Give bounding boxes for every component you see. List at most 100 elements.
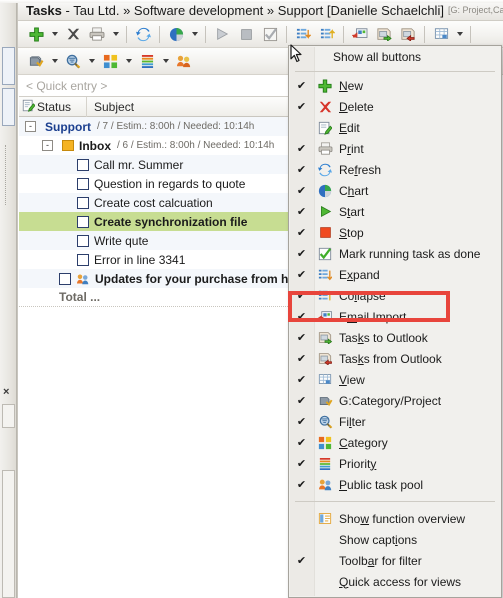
check-icon: ✔ (296, 248, 307, 260)
menu-item-chart[interactable]: ✔ Chart (289, 180, 501, 201)
left-dock-chip-2[interactable] (2, 88, 15, 126)
category-project-button[interactable] (24, 50, 48, 73)
menu-item-category[interactable]: ✔ Category (289, 432, 501, 453)
email-import-button[interactable] (348, 23, 372, 46)
collapse-icon (314, 287, 336, 305)
menu-item-quick-access-for-views[interactable]: Quick access for views (289, 571, 501, 592)
new-task-button[interactable] (24, 23, 48, 46)
check-icon: ✔ (296, 311, 307, 323)
menu-item-collapse[interactable]: ✔ Collapse (289, 285, 501, 306)
menu-item-delete[interactable]: ✔ Delete (289, 96, 501, 117)
menu-item-show-captions[interactable]: Show captions (289, 529, 501, 550)
window-title-bar: Tasks - Tau Ltd. » Software development … (18, 0, 503, 21)
stop-square-icon (314, 224, 336, 242)
menu-item-label: Public task pool (339, 477, 424, 492)
menu-item-print[interactable]: ✔ Print (289, 138, 501, 159)
left-dock-chip-4[interactable] (2, 470, 15, 598)
toolbar-separator (343, 25, 344, 43)
menu-item-expand[interactable]: ✔ Expand (289, 264, 501, 285)
menu-item-input-field-for-quick-entry[interactable]: ✔ Input field for quick entry. (289, 592, 501, 598)
delete-task-button[interactable] (61, 23, 85, 46)
menu-item-public-task-pool[interactable]: ✔ Public task pool (289, 474, 501, 495)
view-dropdown[interactable] (453, 23, 466, 46)
row-label: Question in regards to quote (94, 176, 246, 191)
check-icon: ✔ (296, 143, 307, 155)
menu-item-refresh[interactable]: ✔ Refresh (289, 159, 501, 180)
menu-header[interactable]: Show all buttons (289, 46, 501, 68)
menu-item-tasks-from-outlook[interactable]: ✔ Tasks from Outlook (289, 348, 501, 369)
filter-dropdown[interactable] (85, 50, 98, 73)
row-meta: / 7 / Estim.: 8:00h / Needed: 10:14h (97, 121, 255, 132)
expander-icon[interactable]: - (25, 121, 36, 132)
chart-dropdown[interactable] (188, 23, 201, 46)
menu-item-mark-running-task-as-done[interactable]: ✔ Mark running task as done (289, 243, 501, 264)
left-dock-chip-3[interactable] (2, 404, 15, 428)
menu-item-new[interactable]: ✔ NNewew (289, 75, 501, 96)
menu-item-email-import[interactable]: ✔ Email Import (289, 306, 501, 327)
menu-item-label: Filter (339, 414, 366, 429)
task-checkbox[interactable] (77, 253, 89, 266)
menu-item-view[interactable]: ✔ View (289, 369, 501, 390)
menu-item-priority[interactable]: ✔ Priority (289, 453, 501, 474)
menu-item-label: Toolbar for filter (339, 553, 422, 568)
check-icon: ✔ (296, 101, 307, 113)
pie-chart-icon (314, 182, 336, 200)
left-dock-strip[interactable]: × (0, 0, 17, 598)
total-label: Total ... (59, 290, 101, 304)
print-button[interactable] (85, 23, 109, 46)
menu-header-label: Show all buttons (333, 50, 422, 64)
task-checkbox[interactable] (77, 234, 89, 247)
left-dock-chip-1[interactable] (2, 47, 15, 85)
column-header-status[interactable]: Status (19, 96, 87, 117)
priority-dropdown[interactable] (159, 50, 172, 73)
task-checkbox[interactable] (77, 215, 89, 228)
chart-button[interactable] (164, 23, 188, 46)
public-task-pool-button[interactable] (172, 50, 196, 73)
category-project-dropdown[interactable] (48, 50, 61, 73)
function-overview-icon (314, 510, 336, 528)
expand-icon (314, 266, 336, 284)
menu-item-label: G:Category/Project (339, 393, 442, 408)
menu-item-label: Email Import (339, 309, 407, 324)
menu-item-stop[interactable]: ✔ Stop (289, 222, 501, 243)
row-label: Inbox (79, 138, 111, 153)
category-squares-icon (314, 434, 336, 452)
refresh-button[interactable] (131, 23, 155, 46)
expander-icon[interactable]: - (42, 140, 53, 151)
collapse-button[interactable] (315, 23, 339, 46)
category-button[interactable] (98, 50, 122, 73)
row-label: Support (45, 119, 91, 134)
close-icon[interactable]: × (3, 386, 9, 398)
tasks-to-outlook-button[interactable] (372, 23, 396, 46)
task-checkbox[interactable] (77, 177, 89, 190)
menu-item-label: Chart (339, 183, 369, 198)
expand-button[interactable] (291, 23, 315, 46)
page-title: Tasks - Tau Ltd. » Software development … (26, 3, 444, 18)
menu-item-start[interactable]: ✔ Start (289, 201, 501, 222)
new-task-dropdown[interactable] (48, 23, 61, 46)
menu-item-toolbar-for-filter[interactable]: ✔ Toolbar for filter (289, 550, 501, 571)
task-checkbox[interactable] (59, 272, 71, 285)
mark-done-button[interactable] (258, 23, 282, 46)
check-icon: ✔ (296, 290, 307, 302)
category-dropdown[interactable] (122, 50, 135, 73)
view-button[interactable] (429, 23, 453, 46)
menu-item-show-function-overview[interactable]: Show function overview (289, 508, 501, 529)
filter-button[interactable] (61, 50, 85, 73)
tasks-from-outlook-button[interactable] (396, 23, 420, 46)
priority-bars-icon (314, 455, 336, 473)
menu-item-filter[interactable]: ✔ Filter (289, 411, 501, 432)
menu-item-tasks-to-outlook[interactable]: ✔ Tasks to Outlook (289, 327, 501, 348)
start-button[interactable] (210, 23, 234, 46)
row-meta: / 6 / Estim.: 8:00h / Needed: 10:14h (117, 140, 275, 151)
menu-item-edit[interactable]: Edit (289, 117, 501, 138)
task-checkbox[interactable] (77, 196, 89, 209)
task-checkbox[interactable] (77, 158, 89, 171)
menu-item-label: Start (339, 204, 365, 219)
menu-item-g-category-project[interactable]: ✔ G:Category/Project (289, 390, 501, 411)
view-grid-icon (314, 371, 336, 389)
print-dropdown[interactable] (109, 23, 122, 46)
row-label: Write qute (94, 233, 149, 248)
priority-button[interactable] (135, 50, 159, 73)
stop-button[interactable] (234, 23, 258, 46)
